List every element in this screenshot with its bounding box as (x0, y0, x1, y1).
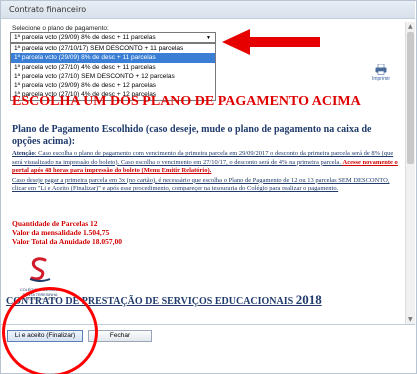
scrollbar-thumb[interactable] (407, 32, 414, 164)
plan-options-list[interactable]: 1ª parcela vcto (27/10/17) SEM DESCONTO … (10, 43, 216, 101)
contract-title-text: CONTRATO DE PRESTAÇÃO DE SERVIÇOS EDUCAC… (6, 296, 296, 307)
accept-finalize-button[interactable]: Li e aceito (Finalizar) (7, 330, 83, 342)
plan-select-label: Selecione o plano de pagamento: (12, 25, 109, 32)
plan-option[interactable]: 1ª parcela vcto (29/09) 8% de desc + 12 … (11, 81, 215, 90)
printer-icon (375, 64, 387, 75)
red-arrow-annotation (222, 29, 320, 55)
monthly-value: Valor da mensalidade 1.504,75 (12, 228, 110, 237)
contract-title: CONTRATO DE PRESTAÇÃO DE SERVIÇOS EDUCAC… (6, 292, 322, 308)
plan-option[interactable]: 1ª parcela vcto (29/09) 8% de desc + 11 … (11, 53, 215, 63)
plan-option[interactable]: 1ª parcela vcto (27/10/17) SEM DESCONTO … (11, 44, 215, 53)
plan-select-value: 1ª parcela vcto (29/09) 8% de desc + 11 … (14, 34, 156, 41)
close-button[interactable]: Fechar (88, 330, 152, 342)
scroll-up-icon[interactable]: ▲ (408, 23, 413, 30)
plan-title: Plano de Pagamento Escolhido (caso desej… (12, 124, 372, 147)
plan-option[interactable]: 1ª parcela vcto (27/10) 4% de desc + 11 … (11, 63, 215, 72)
print-label: Imprimir (371, 76, 391, 82)
page-heading: ESCOLHA UM DOS PLANO DE PAGAMENTO ACIMA (12, 94, 361, 109)
content-area: Selecione o plano de pagamento: 1ª parce… (6, 22, 404, 324)
notice-text-1: : Caso escolha o plano de pagamento com … (12, 150, 394, 166)
annual-total: Valor Total da Anuidade 18.057,00 (12, 237, 123, 246)
notice-label: Atenção (12, 150, 35, 157)
payment-summary: Quantidade de Parcelas 12 Valor da mensa… (12, 219, 122, 246)
window-title: Contrato financeiro (1, 1, 415, 19)
plan-option[interactable]: 1ª parcela vcto (27/10) SEM DESCONTO + 1… (11, 72, 215, 81)
plan-select[interactable]: 1ª parcela vcto (29/09) 8% de desc + 11 … (10, 32, 216, 43)
notice-text-2: Caso deseje pagar a primeira parcela em … (12, 176, 390, 193)
vertical-scrollbar[interactable]: ▲ ▼ (405, 22, 415, 324)
print-button[interactable]: Imprimir (364, 64, 398, 82)
notice-text: Atenção: Caso escolha o plano de pagamen… (12, 150, 404, 195)
contract-year: 2018 (295, 292, 322, 307)
scroll-down-icon[interactable]: ▼ (408, 316, 413, 323)
school-emblem-icon (29, 257, 51, 282)
installment-count: Quantidade de Parcelas 12 (12, 219, 98, 228)
chevron-down-icon: ▼ (206, 35, 211, 41)
